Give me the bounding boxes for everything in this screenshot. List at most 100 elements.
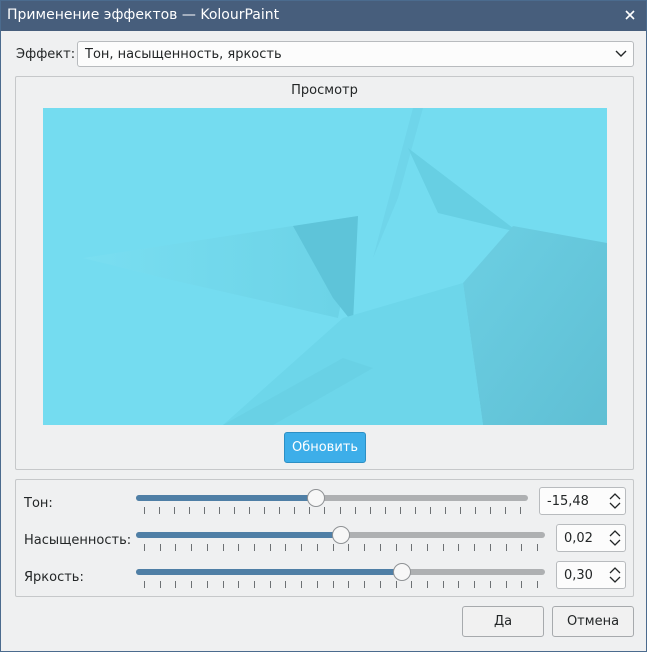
tick-mark [222, 544, 224, 551]
effects-dialog: Применение эффектов — KolourPaint Эффект… [0, 0, 647, 652]
adjustments-group: Тон: -15,48 Насыщенность: 0,02 Яркость: … [15, 479, 634, 597]
tick-mark [264, 507, 266, 514]
tick-mark [444, 507, 446, 514]
effect-select-value: Тон, насыщенность, яркость [85, 47, 282, 62]
tick-mark [521, 581, 523, 588]
tick-mark [474, 581, 476, 588]
tick-mark [316, 581, 318, 588]
tick-mark [442, 544, 444, 551]
tick-mark [379, 544, 381, 551]
saturation-slider[interactable] [136, 526, 545, 544]
tick-mark [206, 544, 208, 551]
tick-mark [316, 544, 318, 551]
tick-mark [459, 507, 461, 514]
tick-mark [238, 544, 240, 551]
tick-mark [474, 544, 476, 551]
tick-mark [309, 507, 311, 514]
saturation-value: 0,02 [564, 531, 593, 546]
tick-mark [505, 544, 507, 551]
preview-wallpaper [43, 108, 607, 425]
tick-mark [537, 581, 538, 588]
cancel-button[interactable]: Отмена [552, 606, 634, 637]
tick-mark [144, 544, 145, 551]
brightness-value: 0,30 [564, 568, 593, 583]
tick-mark [489, 544, 491, 551]
tick-mark [269, 581, 271, 588]
tick-mark [254, 581, 256, 588]
tick-mark [175, 544, 177, 551]
chevron-down-icon [615, 50, 627, 57]
brightness-row: Яркость: 0,30 [16, 560, 633, 594]
tick-mark [505, 581, 507, 588]
tick-mark [458, 581, 460, 588]
tick-mark [285, 581, 287, 588]
tick-mark [399, 507, 401, 514]
saturation-slider-handle[interactable] [331, 526, 350, 544]
tick-mark [411, 581, 413, 588]
brightness-label: Яркость: [24, 570, 84, 585]
effect-select[interactable]: Тон, насыщенность, яркость [77, 41, 634, 67]
saturation-slider-fill [136, 532, 341, 538]
tick-mark [332, 544, 334, 551]
tick-mark [219, 507, 221, 514]
tick-mark [144, 581, 145, 588]
tick-mark [144, 507, 145, 514]
chevron-down-icon[interactable] [609, 576, 621, 584]
chevron-up-icon[interactable] [609, 566, 621, 574]
tick-mark [222, 581, 224, 588]
tick-mark [537, 544, 538, 551]
effect-label: Эффект: [16, 47, 76, 62]
tick-mark [159, 507, 161, 514]
brightness-spinbox[interactable]: 0,30 [556, 561, 626, 589]
saturation-label: Насыщенность: [24, 533, 132, 548]
preview-group: Просмотр Обновить [15, 76, 634, 470]
close-icon[interactable] [622, 7, 638, 23]
tick-mark [489, 581, 491, 588]
tick-mark [174, 507, 176, 514]
tick-mark [285, 544, 287, 551]
tick-mark [159, 581, 161, 588]
hue-spinbox[interactable]: -15,48 [539, 487, 626, 515]
tick-mark [348, 581, 350, 588]
refresh-button[interactable]: Обновить [284, 432, 366, 463]
tick-mark [429, 507, 431, 514]
hue-slider-fill [136, 495, 317, 501]
hue-slider-handle[interactable] [307, 489, 326, 507]
tick-mark [189, 507, 191, 514]
brightness-slider[interactable] [136, 563, 545, 581]
title-bar[interactable]: Применение эффектов — KolourPaint [1, 1, 646, 31]
window-title: Применение эффектов — KolourPaint [7, 7, 280, 23]
chevron-down-icon[interactable] [609, 502, 621, 510]
hue-ticks [136, 507, 528, 517]
chevron-up-icon[interactable] [609, 529, 621, 537]
saturation-spinbox[interactable]: 0,02 [556, 524, 626, 552]
saturation-ticks [136, 544, 545, 554]
tick-mark [364, 544, 366, 551]
tick-mark [294, 507, 296, 514]
tick-mark [339, 507, 341, 514]
tick-mark [249, 507, 251, 514]
hue-slider[interactable] [136, 489, 528, 507]
tick-mark [269, 544, 271, 551]
tick-mark [332, 581, 334, 588]
preview-title: Просмотр [291, 83, 358, 98]
tick-mark [426, 581, 428, 588]
tick-mark [489, 507, 491, 514]
chevron-up-icon[interactable] [609, 492, 621, 500]
brightness-slider-handle[interactable] [392, 563, 411, 581]
tick-mark [301, 544, 303, 551]
ok-button[interactable]: Да [462, 606, 544, 637]
tick-mark [354, 507, 356, 514]
tick-mark [369, 507, 371, 514]
tick-mark [206, 581, 208, 588]
tick-mark [442, 581, 444, 588]
tick-mark [504, 507, 506, 514]
brightness-slider-fill [136, 569, 402, 575]
tick-mark [348, 544, 350, 551]
tick-mark [279, 507, 281, 514]
chevron-down-icon[interactable] [609, 539, 621, 547]
tick-mark [384, 507, 386, 514]
tick-mark [191, 581, 193, 588]
tick-mark [324, 507, 326, 514]
tick-mark [204, 507, 206, 514]
